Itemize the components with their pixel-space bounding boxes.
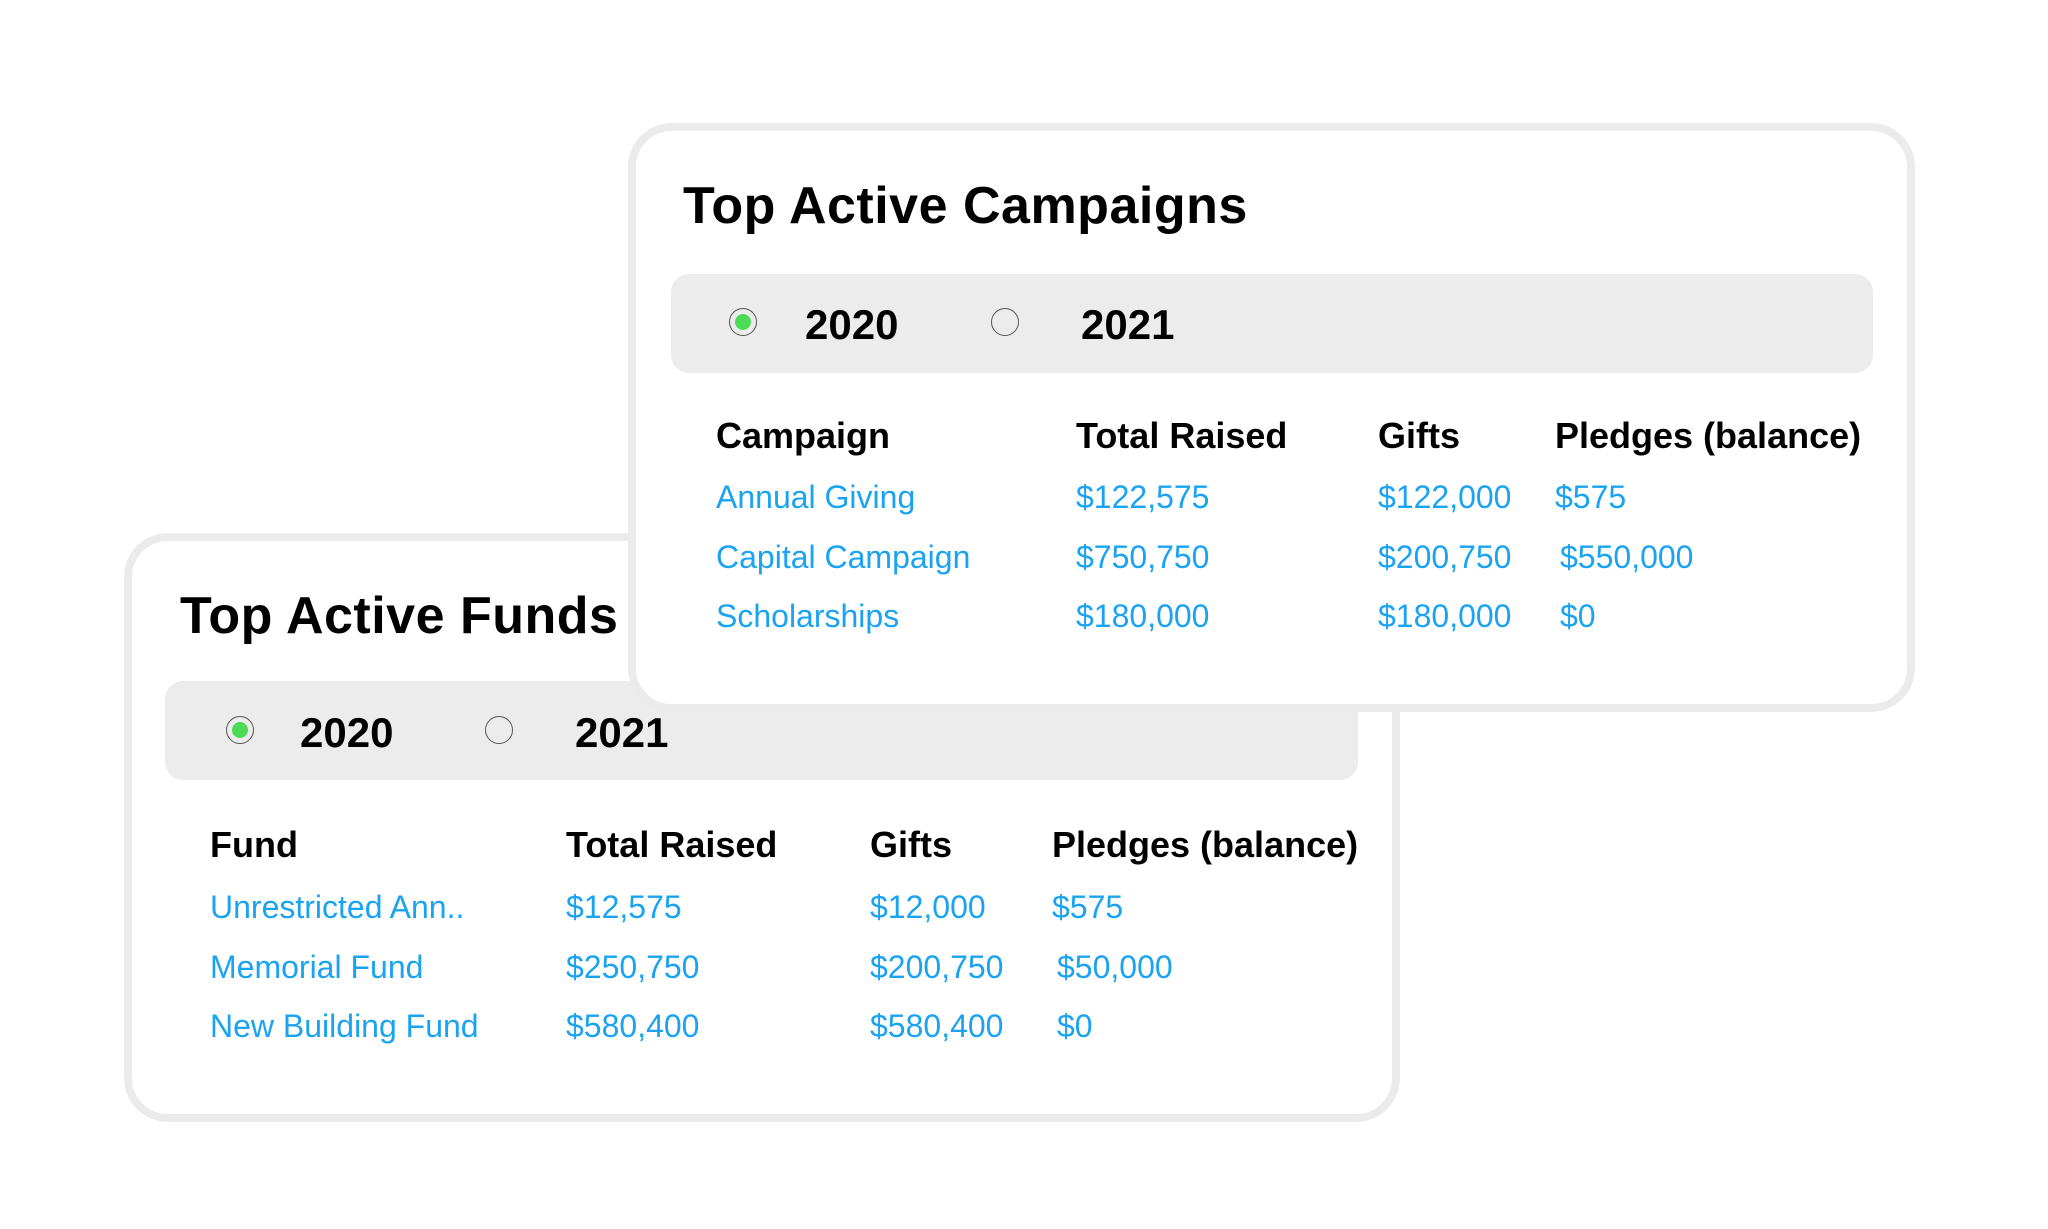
total-raised-value[interactable]: $580,400	[566, 1010, 699, 1042]
total-raised-value[interactable]: $750,750	[1076, 541, 1209, 573]
column-header-gifts: Gifts	[1378, 415, 1461, 456]
funds-year-2020-label[interactable]: 2020	[300, 712, 393, 754]
column-header-total-raised: Total Raised	[566, 824, 778, 865]
funds-radio-2020[interactable]	[226, 716, 254, 744]
pledges-value[interactable]: $575	[1555, 481, 1626, 513]
column-header-gifts: Gifts	[870, 824, 953, 865]
campaigns-radio-2021[interactable]	[991, 308, 1019, 336]
column-header-fund: Fund	[210, 824, 298, 865]
pledges-value[interactable]: $0	[1057, 1010, 1093, 1042]
campaign-name-link[interactable]: Scholarships	[716, 600, 899, 632]
campaign-name-link[interactable]: Annual Giving	[716, 481, 915, 513]
campaigns-year-selector: 2020 2021	[671, 274, 1873, 373]
funds-year-2021-label[interactable]: 2021	[575, 712, 668, 754]
pledges-value[interactable]: $0	[1560, 600, 1596, 632]
funds-radio-2021[interactable]	[485, 716, 513, 744]
total-raised-value[interactable]: $180,000	[1076, 600, 1209, 632]
campaigns-year-2020-label[interactable]: 2020	[805, 304, 898, 346]
pledges-value[interactable]: $575	[1052, 891, 1123, 923]
campaigns-year-2021-label[interactable]: 2021	[1081, 304, 1174, 346]
gifts-value[interactable]: $122,000	[1378, 481, 1511, 513]
campaigns-radio-2020[interactable]	[729, 308, 757, 336]
campaigns-title: Top Active Campaigns	[683, 177, 1248, 235]
total-raised-value[interactable]: $122,575	[1076, 481, 1209, 513]
gifts-value[interactable]: $200,750	[870, 951, 1003, 983]
column-header-campaign: Campaign	[716, 415, 891, 456]
column-header-total-raised: Total Raised	[1076, 415, 1288, 456]
pledges-value[interactable]: $50,000	[1057, 951, 1173, 983]
pledges-value[interactable]: $550,000	[1560, 541, 1693, 573]
top-active-campaigns-card: Top Active Campaigns 2020 2021 Campaign …	[628, 123, 1915, 712]
gifts-value[interactable]: $580,400	[870, 1010, 1003, 1042]
gifts-value[interactable]: $200,750	[1378, 541, 1511, 573]
fund-name-link[interactable]: Memorial Fund	[210, 951, 423, 983]
gifts-value[interactable]: $180,000	[1378, 600, 1511, 632]
total-raised-value[interactable]: $250,750	[566, 951, 699, 983]
column-header-pledges: Pledges (balance)	[1052, 824, 1359, 865]
campaign-name-link[interactable]: Capital Campaign	[716, 541, 970, 573]
fund-name-link[interactable]: New Building Fund	[210, 1010, 479, 1042]
gifts-value[interactable]: $12,000	[870, 891, 986, 923]
total-raised-value[interactable]: $12,575	[566, 891, 682, 923]
funds-title: Top Active Funds	[180, 587, 619, 645]
fund-name-link[interactable]: Unrestricted Ann..	[210, 891, 464, 923]
column-header-pledges: Pledges (balance)	[1555, 415, 1862, 456]
